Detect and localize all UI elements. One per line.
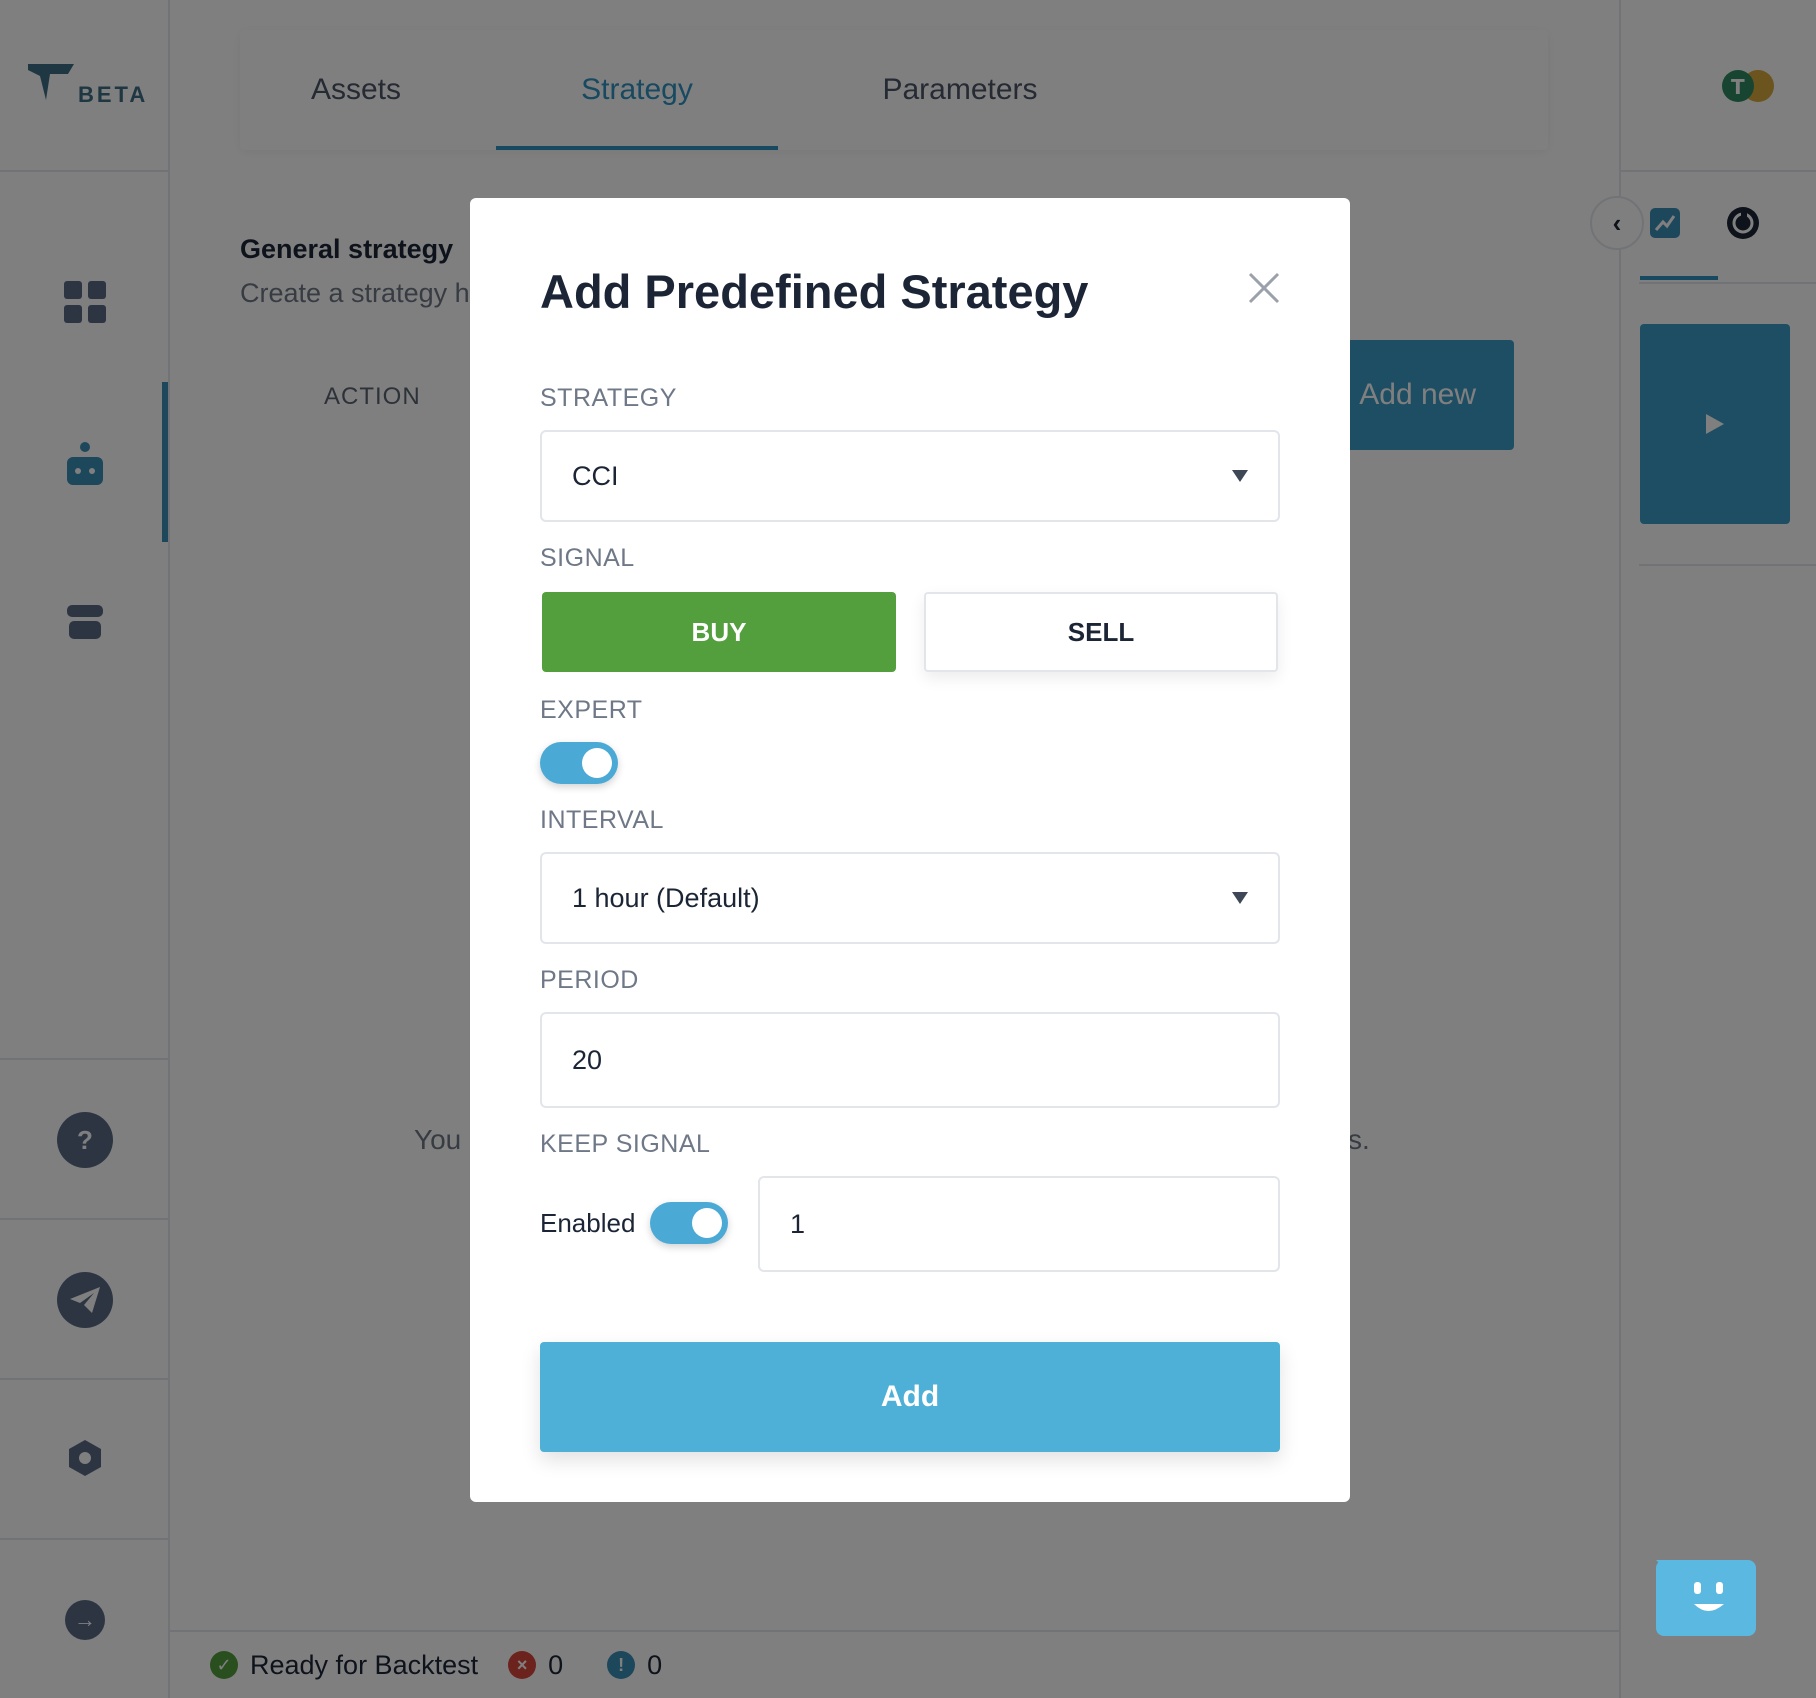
period-label: PERIOD [540, 966, 639, 994]
period-input[interactable]: 20 [540, 1012, 1280, 1108]
add-strategy-button[interactable]: Add [540, 1342, 1280, 1452]
chat-support-button[interactable] [1656, 1560, 1756, 1636]
toggle-knob [692, 1208, 722, 1238]
strategy-select[interactable]: CCI [540, 430, 1280, 522]
keep-signal-toggle[interactable] [650, 1202, 728, 1244]
interval-label: INTERVAL [540, 806, 664, 834]
keep-signal-input[interactable]: 1 [758, 1176, 1280, 1272]
signal-label: SIGNAL [540, 544, 635, 572]
smiley-chat-icon [1656, 1560, 1724, 1611]
close-icon[interactable] [1246, 270, 1282, 306]
interval-select[interactable]: 1 hour (Default) [540, 852, 1280, 944]
strategy-label: STRATEGY [540, 384, 677, 412]
signal-sell-button[interactable]: SELL [924, 592, 1278, 672]
interval-select-value: 1 hour (Default) [572, 882, 760, 913]
signal-buy-button[interactable]: BUY [542, 592, 896, 672]
strategy-select-value: CCI [572, 460, 619, 491]
keep-signal-enabled-label: Enabled [540, 1208, 636, 1238]
add-predefined-strategy-modal: Add Predefined Strategy STRATEGY CCI SIG… [470, 198, 1350, 1502]
caret-down-icon [1232, 470, 1248, 482]
expert-label: EXPERT [540, 696, 643, 724]
caret-down-icon [1232, 892, 1248, 904]
expert-toggle[interactable] [540, 742, 618, 784]
toggle-knob [582, 748, 612, 778]
modal-title: Add Predefined Strategy [540, 265, 1089, 318]
keep-signal-label: KEEP SIGNAL [540, 1130, 711, 1158]
